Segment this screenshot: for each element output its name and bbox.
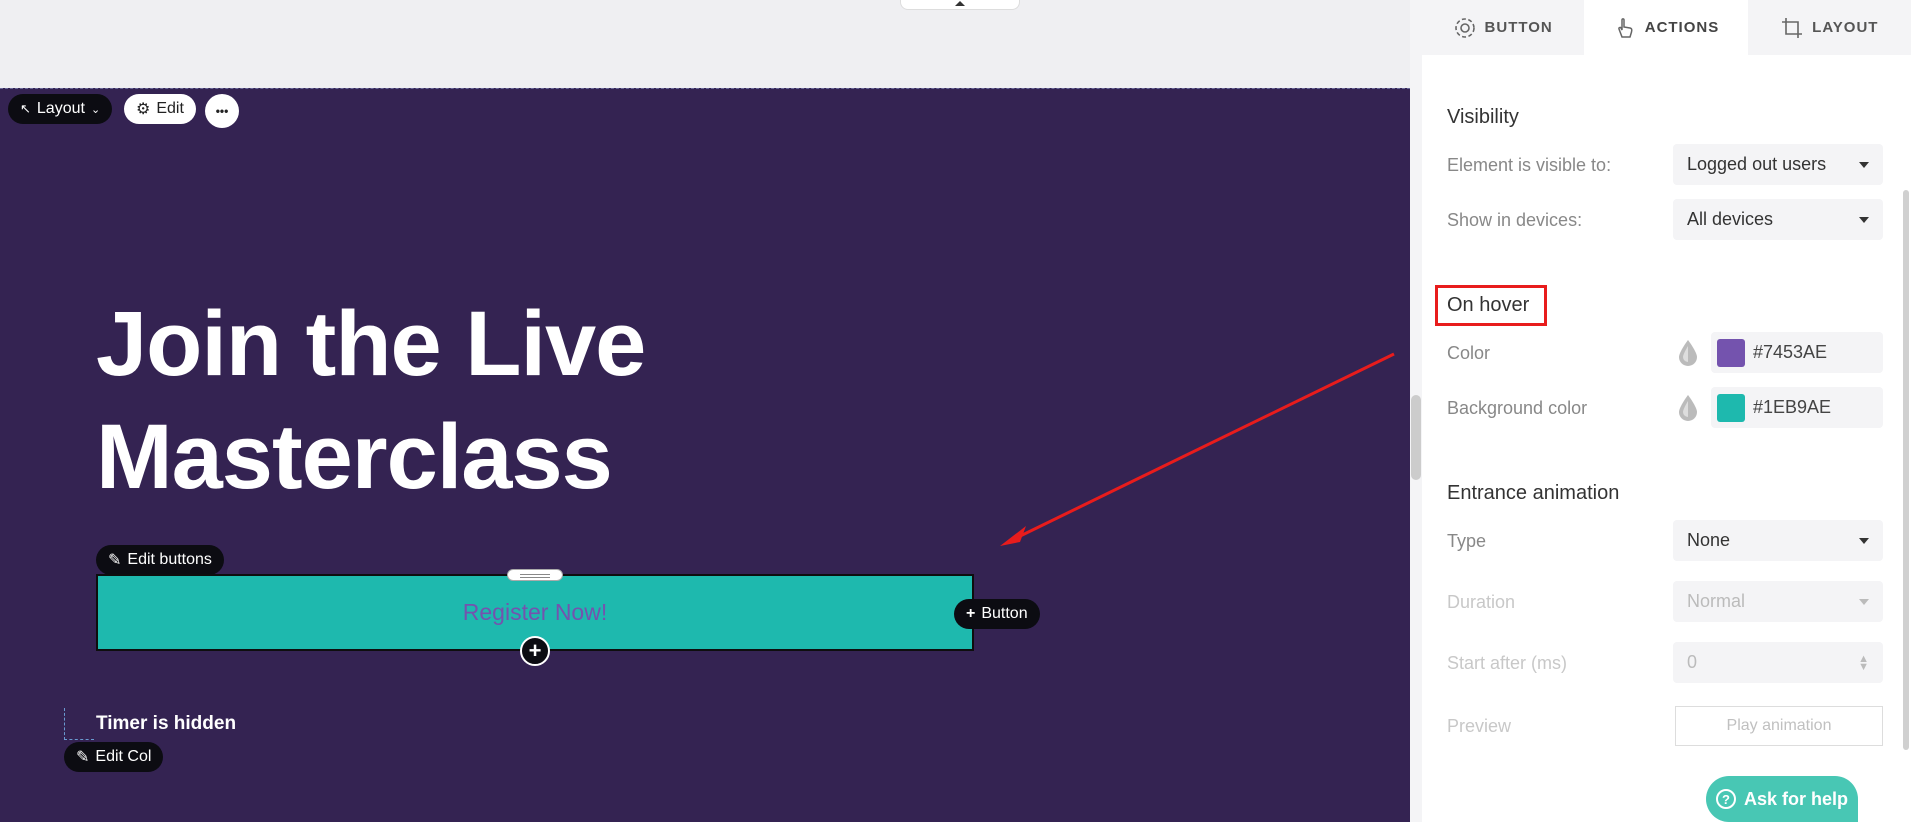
edit-section-button[interactable]: ⚙ Edit xyxy=(124,94,196,124)
visible-to-value: Logged out users xyxy=(1687,154,1827,174)
type-label: Type xyxy=(1447,531,1487,551)
dropdown-caret-icon xyxy=(1859,161,1869,168)
preview-label: Preview xyxy=(1447,716,1512,736)
tab-actions[interactable]: ACTIONS xyxy=(1584,0,1748,55)
dropdown-caret-icon xyxy=(1859,598,1869,605)
edit-button-label: Edit xyxy=(156,100,184,117)
plus-icon: + xyxy=(528,638,542,663)
duration-value: Normal xyxy=(1687,591,1746,611)
chevron-down-icon: ⌄ xyxy=(90,103,101,116)
start-after-label: Start after (ms) xyxy=(1447,653,1568,673)
dropdown-caret-icon xyxy=(1859,216,1869,223)
entrance-animation-heading: Entrance animation xyxy=(1447,482,1620,504)
hover-bg-label: Background color xyxy=(1447,398,1588,418)
visible-to-label: Element is visible to: xyxy=(1447,155,1612,175)
register-button-label: Register Now! xyxy=(462,599,608,625)
add-element-below-button[interactable]: + xyxy=(520,636,550,666)
devices-label: Show in devices: xyxy=(1447,210,1583,230)
tab-button-label: BUTTON xyxy=(1484,19,1553,36)
hover-color-label: Color xyxy=(1447,343,1491,363)
edit-buttons-button[interactable]: ✎ Edit buttons xyxy=(96,545,224,575)
headline-line-2: Masterclass xyxy=(96,406,613,508)
devices-select[interactable]: All devices xyxy=(1673,199,1883,240)
collapse-toolbar-handle[interactable] xyxy=(900,0,1020,10)
pencil-icon: ✎ xyxy=(108,552,122,569)
hover-color-swatch[interactable] xyxy=(1717,338,1745,367)
stepper-arrows-icon[interactable]: ▲ ▼ xyxy=(1858,653,1869,672)
ask-for-help-button[interactable]: ? Ask for help xyxy=(1706,776,1858,822)
start-after-input[interactable]: 0 ▲ ▼ xyxy=(1673,642,1883,683)
canvas-scrollbar-thumb[interactable] xyxy=(1411,395,1421,480)
help-question-icon: ? xyxy=(1715,789,1736,809)
color-drop-icon[interactable] xyxy=(1676,338,1700,366)
devices-value: All devices xyxy=(1687,209,1774,229)
hover-bg-value: #1EB9AE xyxy=(1753,397,1832,417)
annotation-arrow xyxy=(1000,352,1395,546)
hover-color-value: #7453AE xyxy=(1753,342,1828,362)
tab-layout[interactable]: LAYOUT xyxy=(1748,0,1911,55)
crop-icon xyxy=(1782,17,1803,38)
resize-arrow-icon: ↖ xyxy=(20,101,31,116)
plus-icon: + xyxy=(966,605,976,622)
on-hover-heading: On hover xyxy=(1447,294,1530,316)
dropdown-caret-icon xyxy=(1859,537,1869,544)
type-value: None xyxy=(1687,530,1731,550)
add-button-label: Button xyxy=(981,605,1028,622)
color-drop-icon[interactable] xyxy=(1676,393,1700,421)
visibility-heading: Visibility xyxy=(1447,106,1519,128)
hover-bg-swatch[interactable] xyxy=(1717,393,1745,422)
tab-layout-label: LAYOUT xyxy=(1812,19,1879,36)
drag-handle[interactable] xyxy=(507,569,563,581)
hover-color-field[interactable]: #7453AE xyxy=(1711,332,1883,373)
duration-label: Duration xyxy=(1447,592,1516,612)
duration-select[interactable]: Normal xyxy=(1673,581,1883,622)
editor-canvas: ↖ Layout ⌄ ⚙ Edit ••• Join the Live Mast… xyxy=(0,0,1410,822)
edit-col-label: Edit Col xyxy=(95,748,152,765)
gear-icon: ⚙ xyxy=(136,101,151,118)
edit-buttons-label: Edit buttons xyxy=(127,551,212,568)
start-after-value: 0 xyxy=(1687,652,1698,672)
play-animation-button[interactable]: Play animation xyxy=(1675,706,1883,746)
more-options-button[interactable]: ••• xyxy=(205,94,239,128)
panel-tabs: BUTTON ACTIONS LAYOUT xyxy=(1421,0,1911,55)
headline-line-1: Join the Live xyxy=(96,293,646,395)
tab-actions-label: ACTIONS xyxy=(1644,19,1720,36)
layout-button-label: Layout xyxy=(36,100,85,117)
column-guide xyxy=(64,708,94,740)
more-dots-icon: ••• xyxy=(215,104,229,118)
type-select[interactable]: None xyxy=(1673,520,1883,561)
pencil-icon: ✎ xyxy=(76,749,90,766)
ask-for-help-label: Ask for help xyxy=(1743,788,1849,809)
layout-menu-button[interactable]: ↖ Layout ⌄ xyxy=(8,94,113,124)
tab-button[interactable]: BUTTON xyxy=(1421,0,1584,55)
timer-hidden-text: Timer is hidden xyxy=(96,713,237,734)
pointer-hand-icon xyxy=(1617,17,1633,38)
edit-column-button[interactable]: ✎ Edit Col xyxy=(64,742,164,772)
hover-bg-field[interactable]: #1EB9AE xyxy=(1711,387,1883,428)
panel-scrollbar[interactable] xyxy=(1903,190,1909,750)
add-button-button[interactable]: + Button xyxy=(954,599,1040,629)
page-headline[interactable]: Join the Live Masterclass xyxy=(96,288,796,514)
visible-to-select[interactable]: Logged out users xyxy=(1673,144,1883,185)
play-animation-label: Play animation xyxy=(1726,717,1832,734)
gear-icon xyxy=(1454,17,1475,38)
